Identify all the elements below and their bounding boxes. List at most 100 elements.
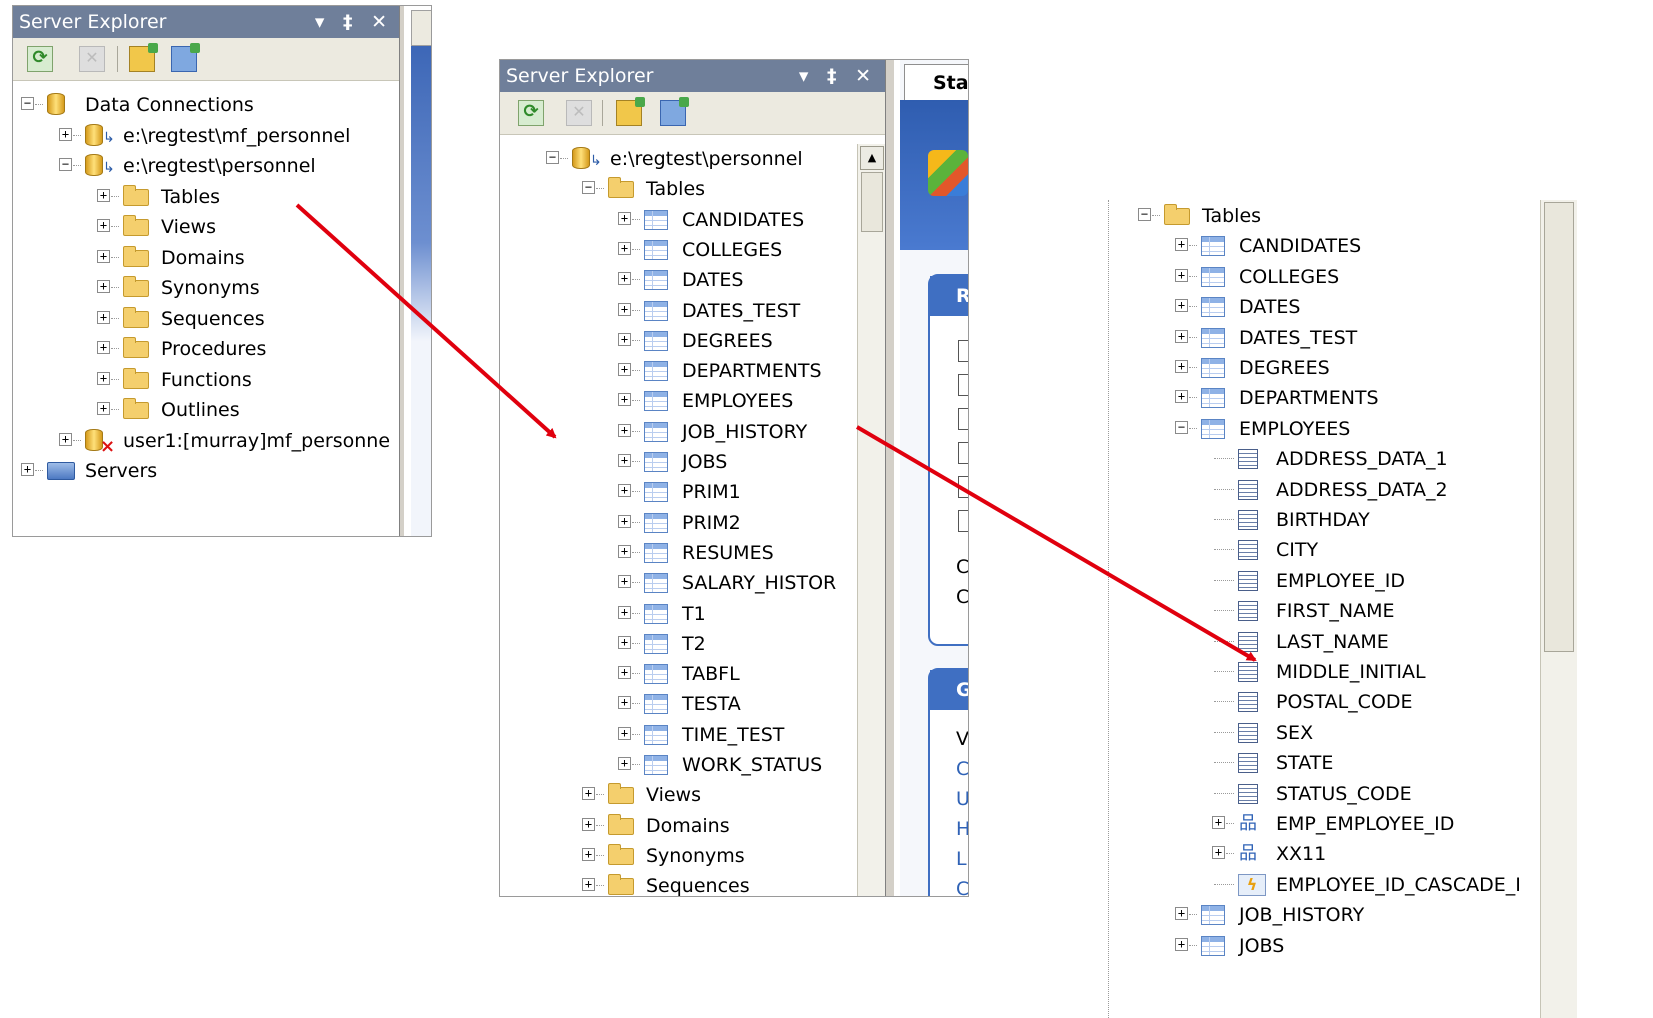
section-2-link[interactable]: H bbox=[956, 818, 968, 840]
tree-node[interactable]: CITY bbox=[1110, 535, 1538, 565]
tree-node[interactable]: MIDDLE_INITIAL bbox=[1110, 657, 1538, 687]
stop-icon[interactable]: ✕ bbox=[566, 100, 592, 126]
tree-node[interactable]: − Data Connections bbox=[13, 90, 401, 120]
tree-node[interactable]: + Domains bbox=[500, 811, 855, 841]
scroll-thumb[interactable] bbox=[1544, 202, 1574, 652]
tree-node[interactable]: + DATES_TEST bbox=[1110, 323, 1538, 353]
section-2-link[interactable]: C bbox=[956, 758, 968, 780]
collapse-icon[interactable]: − bbox=[546, 151, 559, 164]
tree-node[interactable]: + EMPLOYEES bbox=[500, 386, 855, 416]
expand-icon[interactable]: + bbox=[97, 341, 110, 354]
expand-icon[interactable]: + bbox=[97, 280, 110, 293]
scroll-up-icon[interactable]: ▲ bbox=[860, 146, 884, 170]
tree-node[interactable]: + JOBS bbox=[1110, 931, 1538, 961]
refresh-icon[interactable]: ⟳ bbox=[518, 100, 544, 126]
tree-node[interactable]: − e:\regtest\personnel bbox=[13, 151, 401, 181]
tree-node[interactable]: − Tables bbox=[500, 174, 855, 204]
tree-node[interactable]: ADDRESS_DATA_1 bbox=[1110, 444, 1538, 474]
collapse-icon[interactable]: − bbox=[21, 97, 34, 110]
expand-icon[interactable]: + bbox=[618, 514, 631, 528]
tree-node[interactable]: + JOB_HISTORY bbox=[500, 417, 855, 447]
expand-icon[interactable]: + bbox=[97, 310, 110, 324]
recent-project-icon[interactable] bbox=[958, 476, 968, 498]
recent-project-icon[interactable] bbox=[958, 510, 968, 532]
expand-icon[interactable]: + bbox=[21, 463, 34, 476]
collapse-icon[interactable]: − bbox=[1175, 420, 1188, 434]
tree-node[interactable]: POSTAL_CODE bbox=[1110, 687, 1538, 717]
section-2-link[interactable]: C bbox=[956, 878, 968, 896]
tree-node[interactable]: + 品 EMP_EMPLOYEE_ID bbox=[1110, 809, 1538, 839]
tree-node[interactable]: LAST_NAME bbox=[1110, 627, 1538, 657]
connect-to-server-icon[interactable] bbox=[660, 97, 689, 126]
expand-icon[interactable]: + bbox=[618, 241, 631, 255]
tree-node[interactable]: + TABFL bbox=[500, 659, 855, 689]
tree-node[interactable]: + JOBS bbox=[500, 447, 855, 477]
expand-icon[interactable]: + bbox=[1175, 268, 1188, 282]
expand-icon[interactable]: + bbox=[618, 726, 631, 740]
tree-node[interactable]: + DEGREES bbox=[500, 326, 855, 356]
tree-node[interactable]: + DEPARTMENTS bbox=[500, 356, 855, 386]
tree-scrollbar[interactable]: ▲ bbox=[857, 144, 886, 896]
expand-icon[interactable]: + bbox=[97, 402, 110, 415]
expand-icon[interactable]: + bbox=[618, 575, 631, 589]
expand-icon[interactable]: + bbox=[582, 847, 595, 861]
connect-to-server-icon[interactable] bbox=[171, 43, 200, 72]
window-controls-icon[interactable]: ▾ ‡ ✕ bbox=[799, 60, 877, 92]
expand-icon[interactable]: + bbox=[618, 272, 631, 286]
tree-node[interactable]: + WORK_STATUS bbox=[500, 750, 855, 780]
window-controls-icon[interactable]: ▾ ‡ ✕ bbox=[315, 6, 393, 38]
tree-node[interactable]: BIRTHDAY bbox=[1110, 505, 1538, 535]
tree-node[interactable]: + user1:[murray]mf_personne bbox=[13, 426, 401, 457]
tree-node[interactable]: + 品 XX11 bbox=[1110, 839, 1538, 869]
recent-project-icon[interactable] bbox=[958, 442, 968, 464]
connect-to-database-icon[interactable] bbox=[129, 43, 158, 72]
expand-icon[interactable]: + bbox=[582, 787, 595, 801]
expand-icon[interactable]: + bbox=[97, 249, 110, 263]
expand-icon[interactable]: + bbox=[1212, 846, 1225, 860]
tree-node[interactable]: FIRST_NAME bbox=[1110, 596, 1538, 626]
tree-node[interactable]: + TESTA bbox=[500, 689, 855, 719]
tree-node[interactable]: + Servers bbox=[13, 456, 401, 486]
tree-node[interactable]: STATUS_CODE bbox=[1110, 779, 1538, 809]
expand-icon[interactable]: + bbox=[618, 757, 631, 770]
expand-icon[interactable]: + bbox=[1175, 299, 1188, 313]
vertical-splitter[interactable] bbox=[885, 60, 894, 896]
collapse-icon[interactable]: − bbox=[582, 181, 595, 195]
expand-icon[interactable]: + bbox=[1175, 390, 1188, 404]
scroll-thumb[interactable] bbox=[861, 172, 883, 232]
tree-node[interactable]: + Tables bbox=[13, 182, 401, 212]
expand-icon[interactable]: + bbox=[59, 127, 72, 141]
tree-node[interactable]: + DEGREES bbox=[1110, 353, 1538, 383]
tree-node[interactable]: + T1 bbox=[500, 599, 855, 629]
expand-icon[interactable]: + bbox=[618, 423, 631, 437]
tree-node[interactable]: + Outlines bbox=[13, 395, 401, 425]
tree-node[interactable]: + Synonyms bbox=[500, 841, 855, 871]
start-page-tab[interactable]: Sta bbox=[904, 64, 968, 100]
tree-node[interactable]: ϟ EMPLOYEE_ID_CASCADE_I bbox=[1110, 870, 1538, 900]
collapse-icon[interactable]: − bbox=[1138, 208, 1151, 221]
recent-project-icon[interactable] bbox=[958, 408, 968, 430]
tree-node[interactable]: + SALARY_HISTOR bbox=[500, 568, 855, 598]
tree-node[interactable]: + COLLEGES bbox=[1110, 262, 1538, 292]
tree-node[interactable]: SEX bbox=[1110, 718, 1538, 748]
expand-icon[interactable]: + bbox=[618, 393, 631, 407]
tree-node[interactable]: STATE bbox=[1110, 748, 1538, 778]
tree-node[interactable]: − EMPLOYEES bbox=[1110, 414, 1538, 444]
expand-icon[interactable]: + bbox=[618, 454, 631, 467]
tree-node[interactable]: + DATES bbox=[1110, 292, 1538, 322]
expand-icon[interactable]: + bbox=[97, 219, 110, 232]
expand-icon[interactable]: + bbox=[97, 188, 110, 202]
expand-icon[interactable]: + bbox=[1175, 238, 1188, 252]
expand-icon[interactable]: + bbox=[618, 302, 631, 316]
tree-node[interactable]: + PRIM2 bbox=[500, 508, 855, 538]
expand-icon[interactable]: + bbox=[618, 635, 631, 649]
expand-icon[interactable]: + bbox=[97, 371, 110, 385]
tree-node[interactable]: + JOB_HISTORY bbox=[1110, 900, 1538, 930]
expand-icon[interactable]: + bbox=[582, 878, 595, 892]
expand-icon[interactable]: + bbox=[618, 605, 631, 619]
section-2-link[interactable]: U bbox=[956, 788, 968, 810]
tree-node[interactable]: + CANDIDATES bbox=[1110, 231, 1538, 261]
tree-node[interactable]: + Domains bbox=[13, 243, 401, 273]
expand-icon[interactable]: + bbox=[618, 363, 631, 377]
expand-icon[interactable]: + bbox=[1175, 329, 1188, 343]
